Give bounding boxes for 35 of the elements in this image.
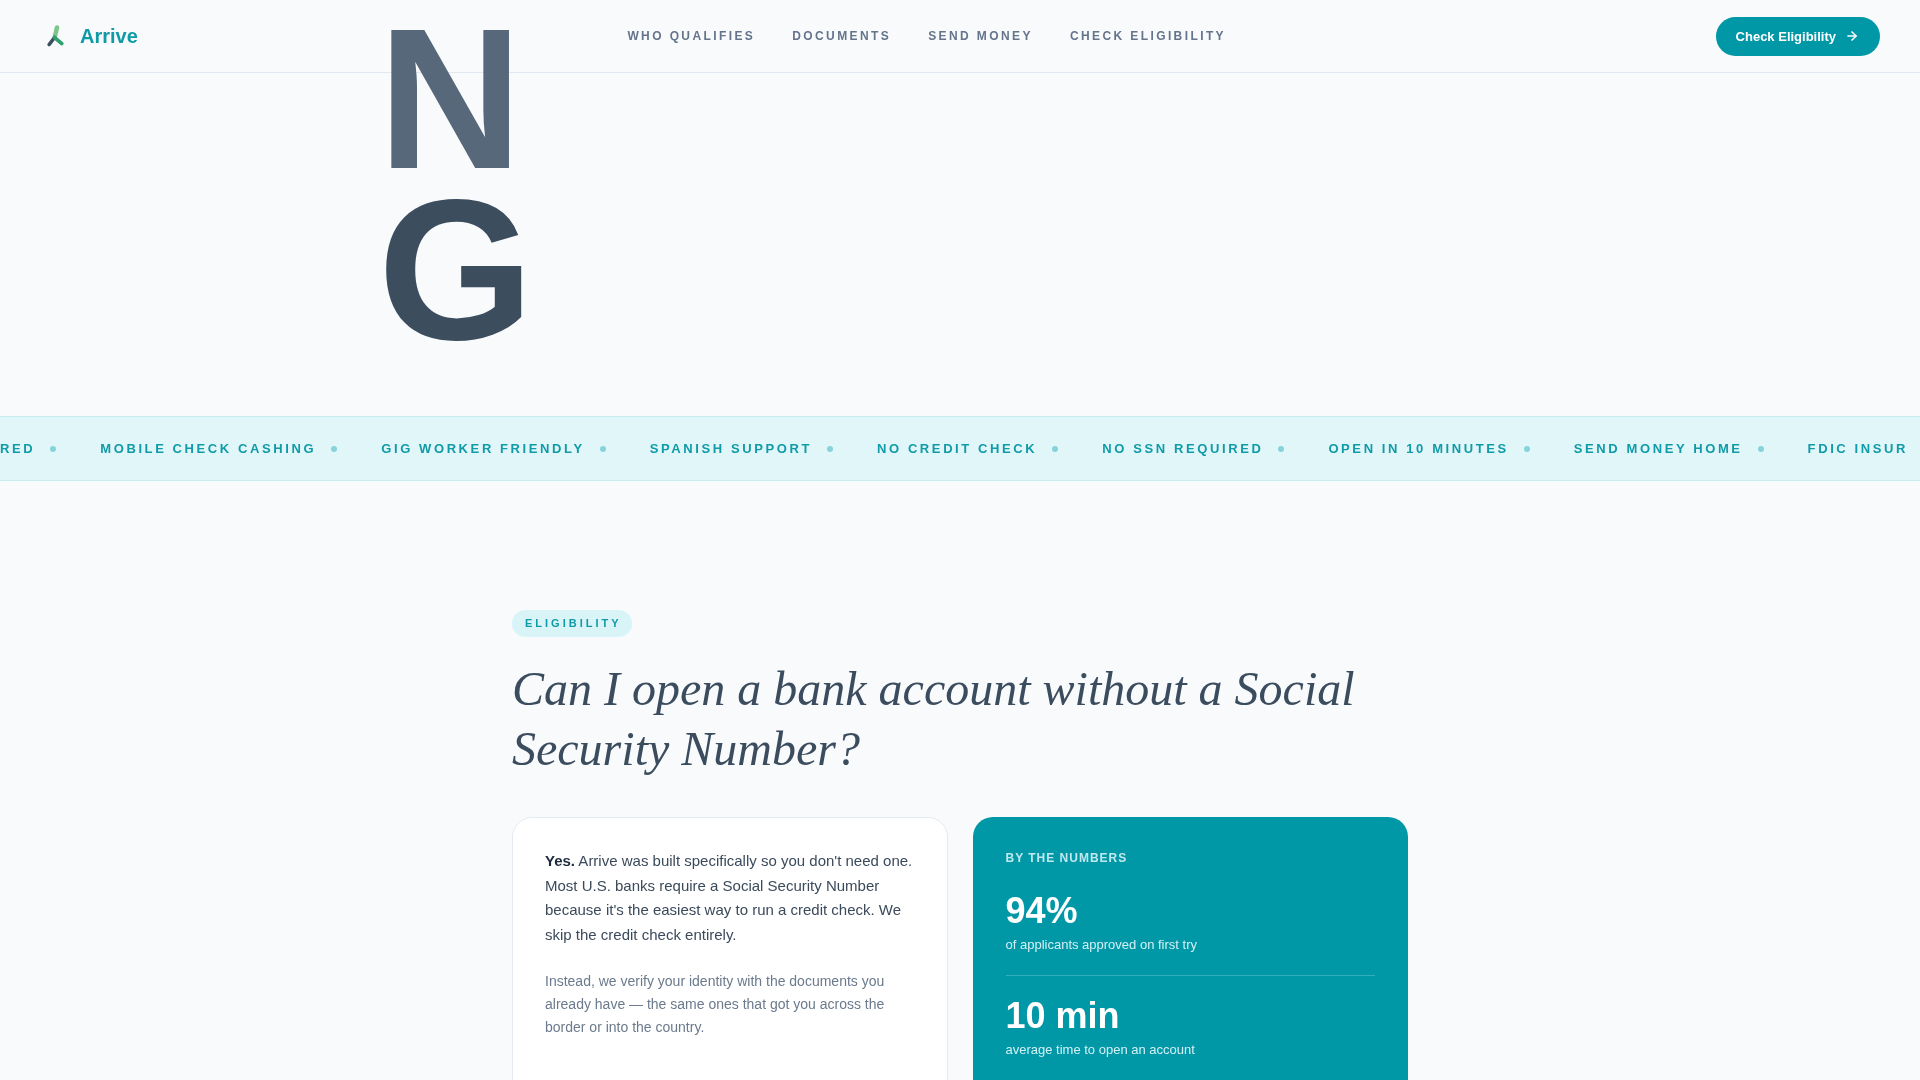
logo-icon [47, 25, 64, 47]
stat-value: 10 min [1005, 996, 1121, 1036]
separator-dot-icon [50, 445, 57, 452]
nav-link[interactable]: WHO QUALIFIES [627, 28, 756, 44]
separator-dot-icon [1523, 445, 1530, 452]
category-tag: ELIGIBILITY [512, 610, 632, 637]
nav-link[interactable]: SEND MONEY [928, 28, 1033, 44]
separator-dot-icon [331, 445, 338, 452]
stat-value: 94% [1005, 891, 1079, 931]
ticker-label: SEND MONEY HOME [1573, 440, 1743, 457]
ticker-label: OPEN IN 10 MINUTES [1328, 440, 1509, 457]
separator-dot-icon [1052, 445, 1059, 452]
separator-dot-icon [599, 445, 606, 452]
ticker-label: SPANISH SUPPORT [649, 440, 812, 457]
ticker-label: NO SSN REQUIRED [1102, 440, 1264, 457]
nav-link[interactable]: CHECK ELIGIBILITY [1069, 28, 1226, 44]
ticker-label: FDIC INSUR [1807, 440, 1908, 457]
hero-letter: G [378, 184, 534, 355]
ticker-label: RED [0, 440, 36, 457]
nav-link[interactable]: DOCUMENTS [792, 28, 892, 44]
hero-letter: N [378, 13, 523, 184]
answer-paragraph: Yes. Arrive was built specifically so you don't need one. Most U.S. banks require a Social Security Number because it's the easiest way to run a credit check. We skip the credit check entirely. [545, 851, 914, 945]
separator-dot-icon [1757, 445, 1764, 452]
stat-caption: of applicants approved on first try [1005, 936, 1198, 954]
stat-caption: average time to open an account [1005, 1041, 1196, 1059]
ticker-label: NO CREDIT CHECK [876, 440, 1038, 457]
note-paragraph: Instead, we verify your identity with the documents you already have — the same ones that got you across the border or into the country. [545, 972, 886, 1037]
check-eligibility-button[interactable]: Check Eligibility [1715, 16, 1880, 56]
stats-title: BY THE NUMBERS [1005, 850, 1129, 866]
logo-link[interactable]: Arrive [47, 24, 138, 48]
ticker-label: GIG WORKER FRIENDLY [381, 440, 585, 457]
separator-dot-icon [826, 445, 833, 452]
ticker-label: MOBILE CHECK CASHING [100, 440, 317, 457]
section-heading: Can I open a bank account without a Social Security Number? [512, 661, 1356, 777]
separator-dot-icon [1278, 445, 1285, 452]
